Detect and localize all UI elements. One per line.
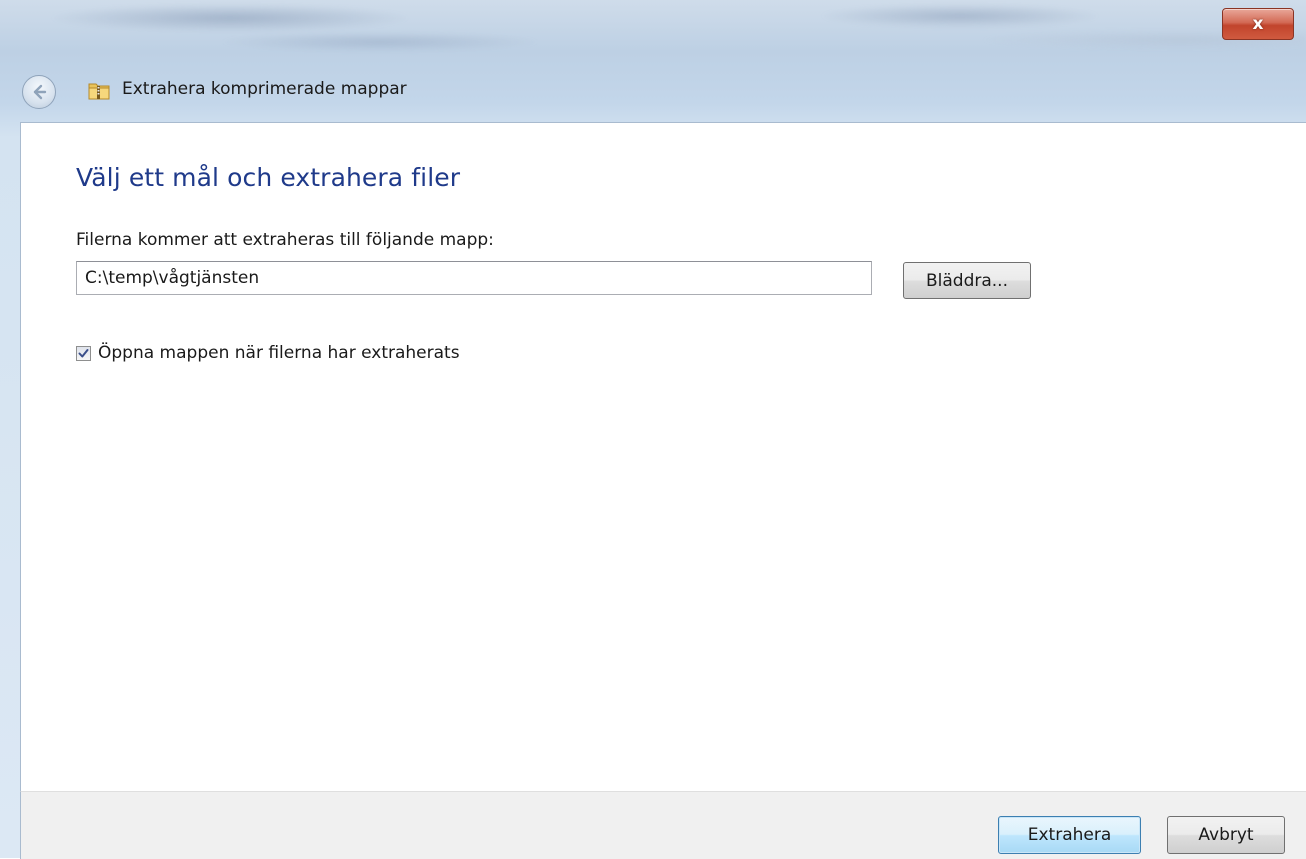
window-title: Extrahera komprimerade mappar: [122, 79, 407, 99]
browse-button-label: Bläddra...: [925, 270, 1008, 291]
back-arrow-icon: [33, 84, 47, 100]
wizard-window: x Extrahera komprimerade mappar Välj ett…: [0, 0, 1306, 859]
checkmark-icon: [78, 348, 89, 357]
extract-button[interactable]: Extrahera: [998, 816, 1141, 854]
cancel-button-label: Avbryt: [1198, 825, 1254, 845]
aero-glass-backdrop: [0, 0, 1306, 60]
open-folder-checkbox-row[interactable]: Öppna mappen när filerna har extraherats: [76, 343, 460, 363]
dialog-footer: Extrahera Avbryt: [20, 791, 1306, 859]
destination-path-input[interactable]: [76, 261, 872, 295]
close-button[interactable]: x: [1222, 8, 1294, 40]
wizard-content: Välj ett mål och extrahera filer Filerna…: [20, 122, 1306, 791]
open-folder-checkbox[interactable]: [76, 345, 91, 361]
extract-button-label: Extrahera: [1027, 825, 1112, 845]
back-button[interactable]: [22, 75, 56, 109]
close-icon: x: [1252, 13, 1264, 34]
destination-label: Filerna kommer att extraheras till följa…: [76, 230, 494, 250]
browse-button[interactable]: Bläddra...: [903, 262, 1031, 299]
open-folder-label: Öppna mappen när filerna har extraherats: [98, 343, 460, 363]
page-title: Välj ett mål och extrahera filer: [76, 163, 461, 192]
cancel-button[interactable]: Avbryt: [1167, 816, 1285, 854]
zip-folder-icon: [88, 83, 110, 100]
